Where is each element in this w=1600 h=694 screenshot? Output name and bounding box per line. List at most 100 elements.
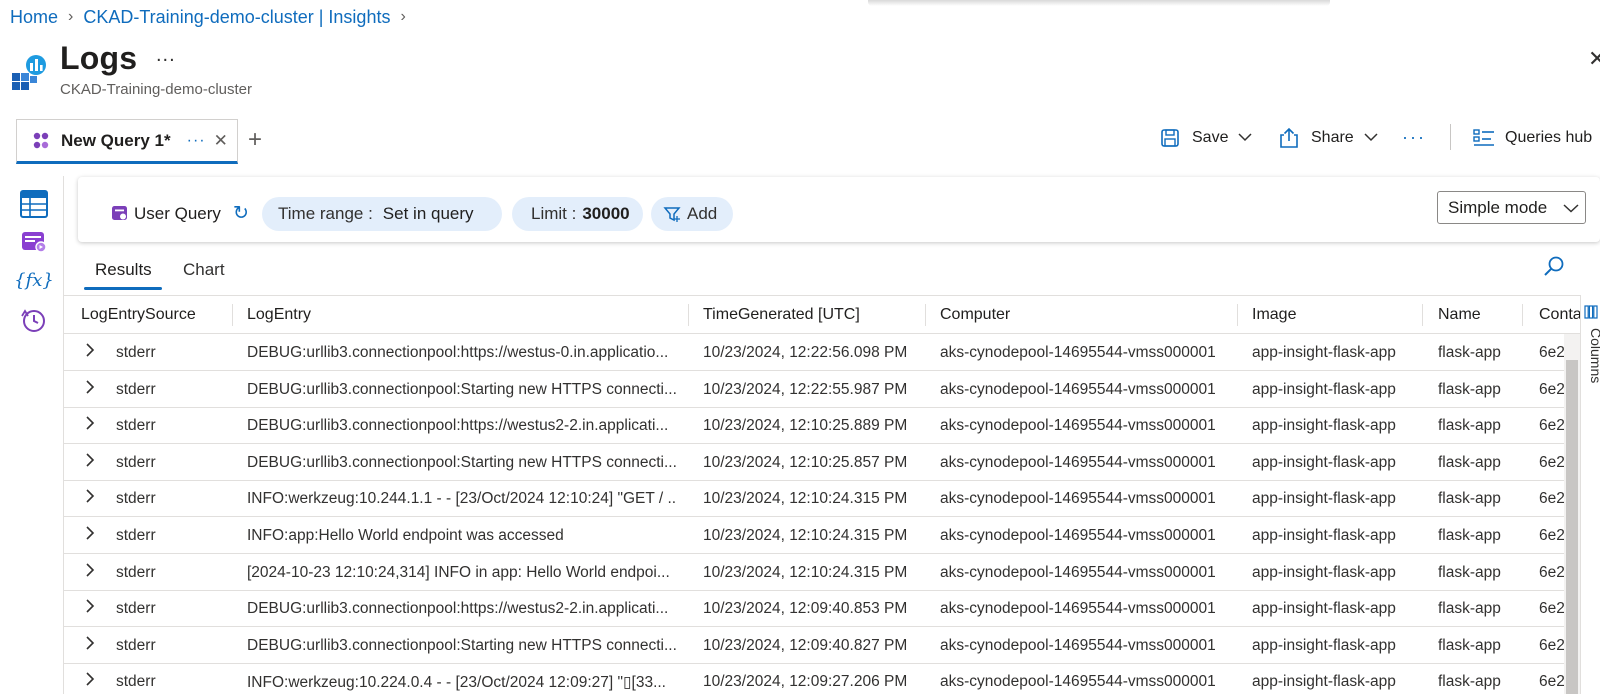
title-more-button[interactable]: ... — [156, 44, 176, 67]
table-cell: 6e2 — [1539, 527, 1564, 544]
expand-row-chevron-icon[interactable] — [85, 525, 95, 545]
column-header-name[interactable]: Name — [1438, 306, 1481, 324]
tab-chart[interactable]: Chart — [183, 260, 225, 280]
page-subtitle: CKAD-Training-demo-cluster — [60, 81, 252, 98]
table-cell: stderr — [116, 380, 156, 398]
table-cell: aks-cynodepool-14695544-vmss000001 — [940, 636, 1216, 654]
tab-label: New Query 1* — [61, 130, 171, 150]
mode-dropdown[interactable]: Simple mode — [1437, 191, 1586, 224]
column-divider[interactable] — [688, 304, 689, 326]
tab-more-button[interactable]: ··· — [187, 132, 206, 150]
history-icon[interactable] — [20, 306, 48, 334]
share-button[interactable]: Share — [1279, 125, 1378, 151]
table-cell: 10/23/2024, 12:09:27.206 PM — [703, 673, 908, 691]
expand-row-chevron-icon[interactable] — [85, 562, 95, 582]
chevron-down-icon — [1364, 129, 1378, 147]
tables-icon[interactable] — [20, 190, 48, 218]
table-cell: flask-app — [1438, 453, 1501, 471]
save-icon — [1161, 129, 1179, 147]
column-header-computer[interactable]: Computer — [940, 306, 1010, 324]
breadcrumb-home-link[interactable]: Home — [10, 7, 58, 28]
table-cell: app-insight-flask-app — [1252, 527, 1396, 544]
table-cell: 10/23/2024, 12:10:24.315 PM — [703, 563, 908, 581]
table-cell: app-insight-flask-app — [1252, 673, 1396, 691]
column-divider[interactable] — [1522, 304, 1523, 326]
table-cell: flask-app — [1438, 490, 1501, 508]
table-row[interactable]: stderr INFO:werkzeug:10.244.1.1 - - [23/O… — [64, 480, 1564, 518]
expand-row-chevron-icon[interactable] — [85, 415, 95, 435]
time-range-pill[interactable]: Time range : Set in query — [262, 197, 502, 231]
table-cell: flask-app — [1438, 600, 1501, 618]
table-cell: stderr — [116, 344, 156, 361]
overlay-shadow — [868, 0, 1330, 6]
table-cell: INFO:app:Hello World endpoint was access… — [247, 527, 564, 544]
column-divider[interactable] — [1422, 304, 1423, 326]
column-header-logentry[interactable]: LogEntry — [247, 306, 311, 324]
time-range-value: Set in query — [382, 204, 474, 223]
expand-row-chevron-icon[interactable] — [85, 671, 95, 691]
table-cell: 6e2 — [1539, 600, 1564, 618]
toolbar-more-button[interactable]: ··· — [1402, 127, 1426, 148]
share-label: Share — [1311, 129, 1354, 146]
table-cell: aks-cynodepool-14695544-vmss000001 — [940, 527, 1216, 544]
queries-icon[interactable] — [20, 228, 48, 256]
expand-row-chevron-icon[interactable] — [85, 598, 95, 618]
expand-row-chevron-icon[interactable] — [85, 342, 95, 362]
table-cell: app-insight-flask-app — [1252, 636, 1396, 654]
tab-new-query-1[interactable]: New Query 1* ··· ✕ — [16, 119, 238, 164]
table-cell: flask-app — [1438, 673, 1501, 691]
expand-row-chevron-icon[interactable] — [85, 488, 95, 508]
limit-value: 30000 — [582, 204, 630, 223]
expand-row-chevron-icon[interactable] — [85, 379, 95, 399]
scrollbar-thumb[interactable] — [1566, 360, 1578, 694]
table-cell: flask-app — [1438, 527, 1501, 544]
expand-row-chevron-icon[interactable] — [85, 452, 95, 472]
table-cell: DEBUG:urllib3.connectionpool:https://wes… — [247, 600, 669, 618]
user-query-label: User Query — [134, 204, 221, 223]
limit-pill[interactable]: Limit : 30000 — [512, 197, 643, 231]
refresh-icon[interactable]: ↻ — [233, 202, 249, 225]
share-icon — [1280, 127, 1298, 148]
tab-close-icon[interactable]: ✕ — [214, 131, 228, 151]
table-row[interactable]: stderr DEBUG:urllib3.connectionpool:Start… — [64, 627, 1564, 664]
table-cell: stderr — [116, 636, 156, 654]
expand-row-chevron-icon[interactable] — [85, 635, 95, 655]
add-filter-button[interactable]: Add — [651, 197, 733, 231]
column-divider[interactable] — [1237, 304, 1238, 326]
table-cell: DEBUG:urllib3.connectionpool:https://wes… — [247, 417, 669, 435]
queries-hub-button[interactable]: Queries hub — [1473, 125, 1592, 151]
table-row[interactable]: stderr DEBUG:urllib3.connectionpool:Start… — [64, 444, 1564, 481]
table-row[interactable]: stderr DEBUG:urllib3.connectionpool:Start… — [64, 371, 1564, 408]
table-cell: flask-app — [1438, 563, 1501, 581]
table-cell: app-insight-flask-app — [1252, 490, 1396, 508]
table-cell: stderr — [116, 563, 156, 581]
tab-results[interactable]: Results — [95, 260, 152, 280]
table-cell: DEBUG:urllib3.connectionpool:Starting ne… — [247, 636, 677, 654]
chevron-down-icon — [1563, 198, 1579, 218]
mode-value: Simple mode — [1448, 197, 1548, 217]
column-header-image[interactable]: Image — [1252, 306, 1296, 324]
column-divider[interactable] — [925, 304, 926, 326]
functions-icon[interactable]: {fx} — [14, 266, 54, 294]
table-row[interactable]: stderr INFO:werkzeug:10.224.0.4 - - [23/O… — [64, 663, 1564, 694]
column-header-logentrysource[interactable]: LogEntrySource — [81, 306, 196, 324]
breadcrumb-insights-link[interactable]: CKAD-Training-demo-cluster | Insights — [83, 7, 390, 28]
table-cell: 10/23/2024, 12:09:40.827 PM — [703, 636, 908, 654]
table-cell: 10/23/2024, 12:10:24.315 PM — [703, 490, 908, 508]
table-row[interactable]: stderr DEBUG:urllib3.connectionpool:https… — [64, 334, 1564, 371]
search-icon[interactable] — [1542, 255, 1566, 279]
column-divider[interactable] — [232, 304, 233, 326]
table-cell: 10/23/2024, 12:10:25.857 PM — [703, 453, 908, 471]
add-tab-button[interactable]: + — [248, 126, 262, 154]
table-cell: stderr — [116, 673, 156, 691]
table-row[interactable]: stderr INFO:app:Hello World endpoint was … — [64, 517, 1564, 554]
table-cell: 6e2 — [1539, 453, 1564, 471]
close-icon[interactable]: ✕ — [1588, 46, 1600, 72]
table-row[interactable]: stderr DEBUG:urllib3.connectionpool:https… — [64, 407, 1564, 445]
save-button[interactable]: Save — [1160, 125, 1252, 151]
column-header-timegenerated[interactable]: TimeGenerated [UTC] — [703, 306, 860, 324]
table-row[interactable]: stderr [2024-10-23 12:10:24,314] INFO in … — [64, 554, 1564, 591]
columns-panel-label: Columns — [1588, 328, 1600, 384]
column-header-container[interactable]: Conta — [1539, 306, 1582, 324]
table-row[interactable]: stderr DEBUG:urllib3.connectionpool:https… — [64, 590, 1564, 628]
